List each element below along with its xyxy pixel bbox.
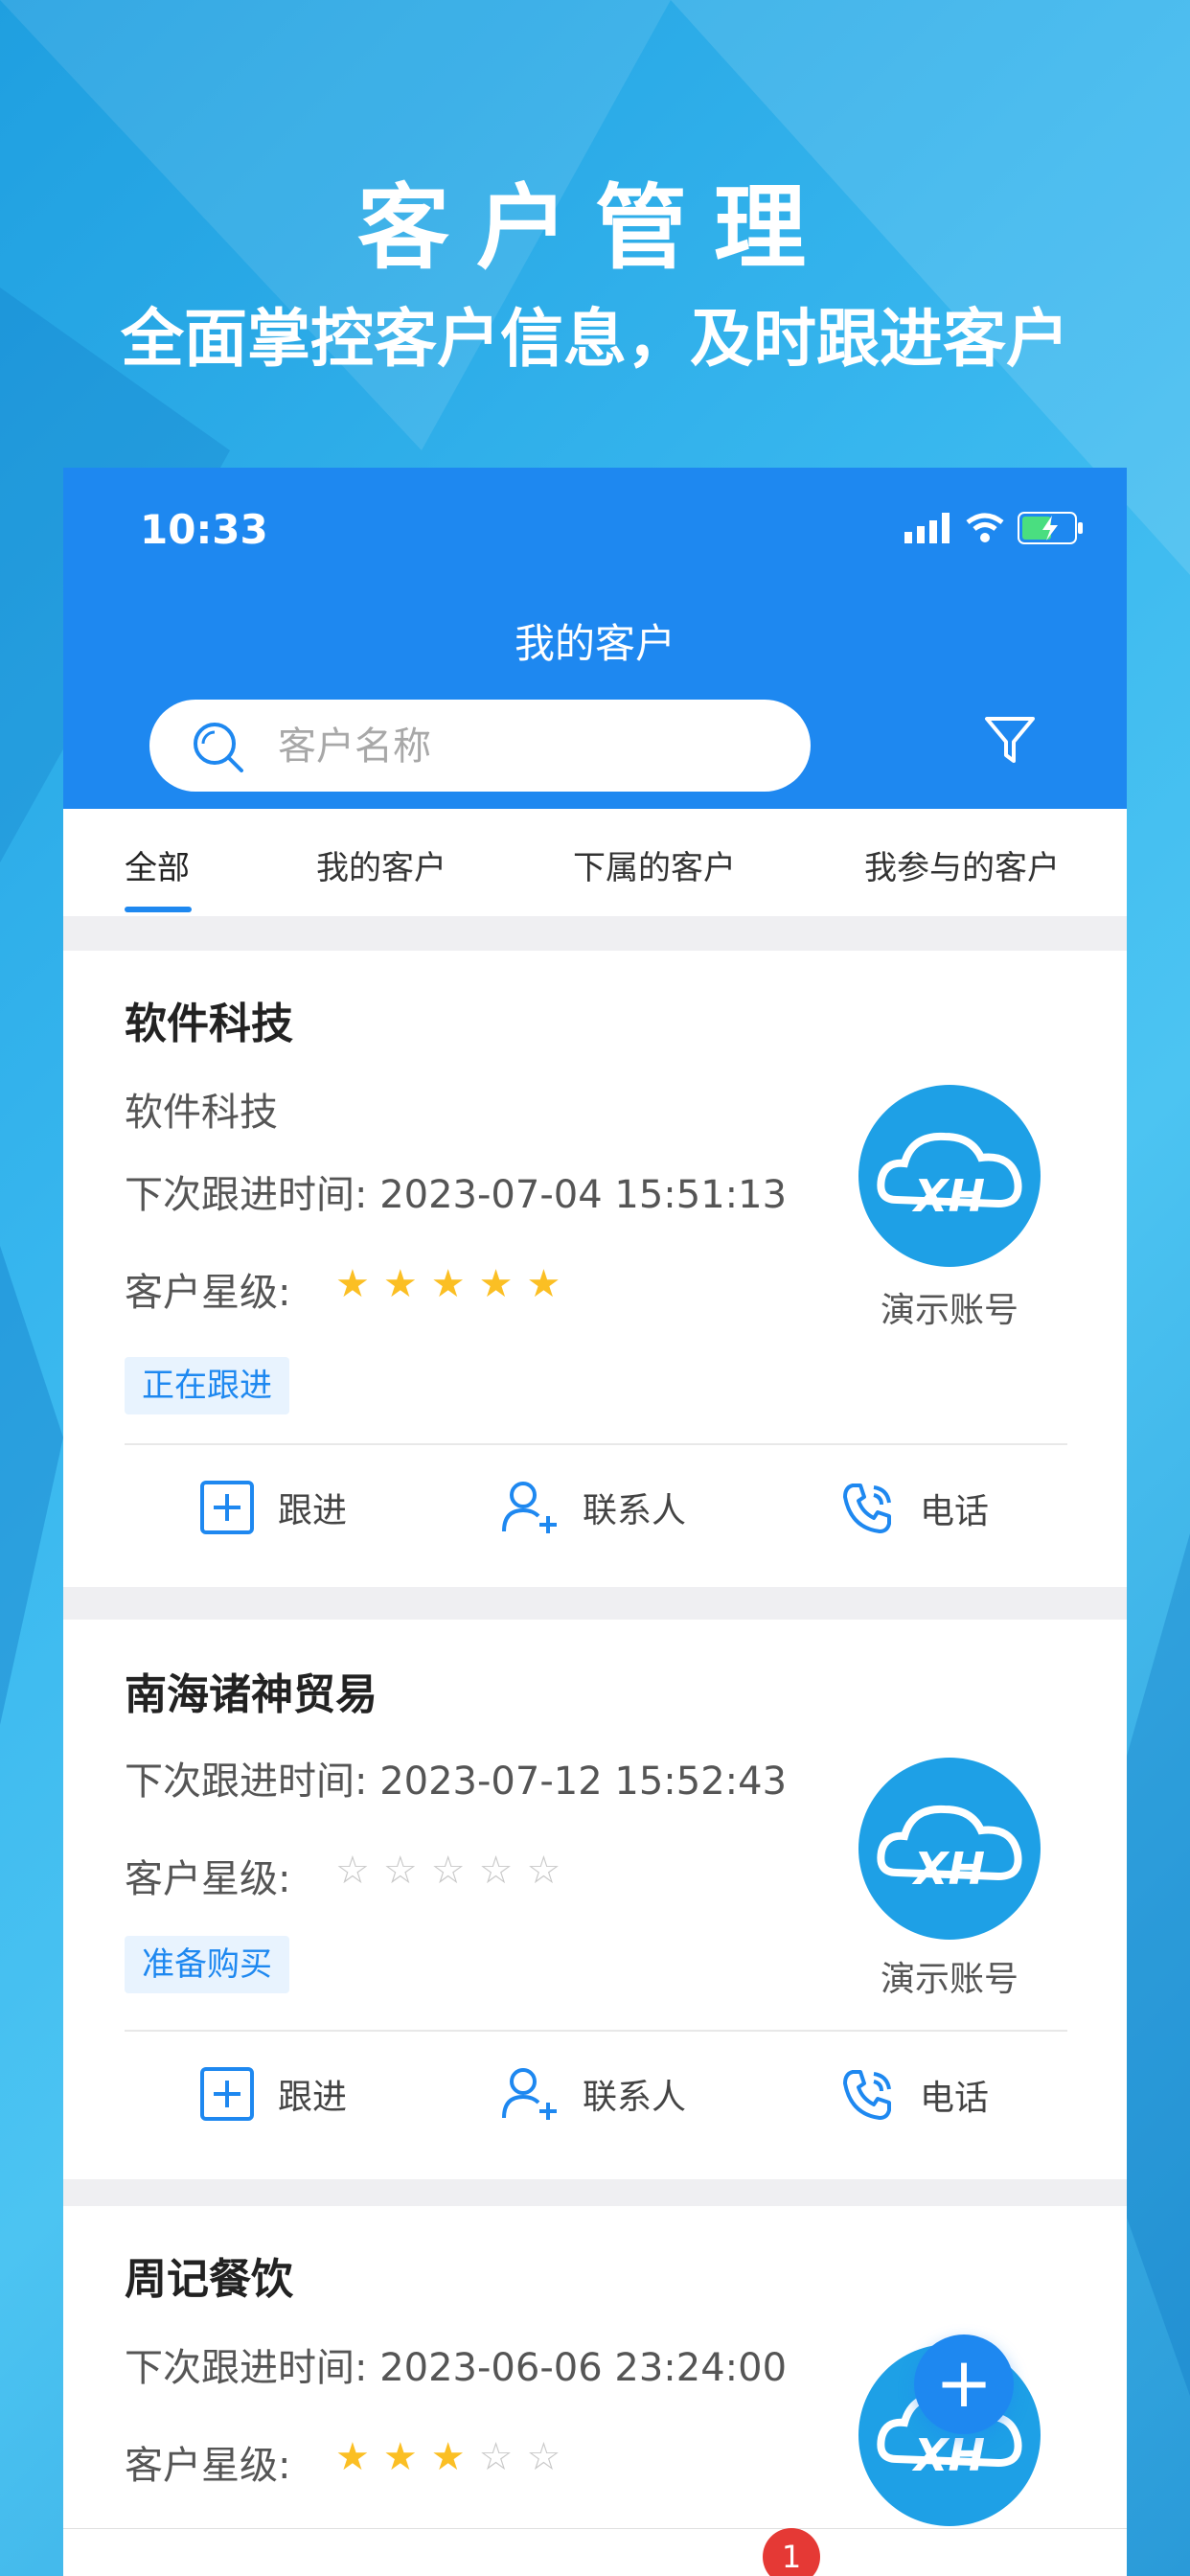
status-icons <box>904 512 1085 544</box>
cloud-logo-icon: XH <box>877 1132 1022 1222</box>
tab-subordinate-customers[interactable]: 下属的客户 <box>573 841 736 888</box>
rating-label: 客户星级: <box>125 2444 291 2488</box>
next-followup-label: 下次跟进时间: <box>125 2346 368 2390</box>
rating-label: 客户星级: <box>125 1271 291 1315</box>
star-empty-icon: ☆ <box>526 2435 561 2479</box>
next-followup-time: 2023-07-12 15:52:43 <box>379 1760 788 1804</box>
star-empty-icon: ☆ <box>382 1849 418 1893</box>
promo-title: 客户管理 <box>357 174 833 282</box>
next-followup-time: 2023-06-06 23:24:00 <box>379 2346 788 2390</box>
add-followup-icon <box>200 1481 254 1534</box>
followup-label: 跟进 <box>278 2078 348 2117</box>
phone-label: 电话 <box>920 1492 990 1531</box>
customer-card[interactable]: 南海诸神贸易 下次跟进时间: 2023-07-12 15:52:43 客户星级:… <box>63 1620 1127 2179</box>
owner-name: 演示账号 <box>880 1291 1018 1330</box>
star-filled-icon: ★ <box>335 1262 370 1306</box>
owner-name: 演示账号 <box>880 1960 1018 1999</box>
battery-icon <box>1018 512 1083 544</box>
star-rating: ★ ★ ★ ★ ★ <box>335 1265 561 1303</box>
owner-avatar: XH <box>858 1085 1041 1267</box>
svg-text:XH: XH <box>911 1843 985 1895</box>
svg-text:XH: XH <box>911 1170 985 1222</box>
tab-active-indicator <box>125 907 192 912</box>
add-contact-icon <box>502 2068 557 2120</box>
customer-subtitle: 软件科技 <box>125 1091 278 1135</box>
phone-button[interactable]: 电话 <box>839 1480 989 1537</box>
card-divider <box>125 1443 1067 1445</box>
customer-name: 南海诸神贸易 <box>125 1670 378 1719</box>
status-badge: 准备购买 <box>125 1936 289 1993</box>
followup-label: 跟进 <box>278 1491 348 1530</box>
star-rating: ☆ ☆ ☆ ☆ ☆ <box>335 1852 561 1890</box>
signal-icon <box>904 513 950 543</box>
owner-avatar: XH <box>858 1758 1041 1940</box>
tab-participating-customers[interactable]: 我参与的客户 <box>864 841 1060 888</box>
svg-text:XH: XH <box>911 2429 985 2481</box>
star-empty-icon: ☆ <box>478 1849 514 1893</box>
star-empty-icon: ☆ <box>478 2435 514 2479</box>
tab-my-customers[interactable]: 我的客户 <box>316 841 446 888</box>
filter-icon[interactable] <box>983 713 1037 767</box>
customer-name: 周记餐饮 <box>125 2255 293 2304</box>
next-followup-row: 下次跟进时间: 2023-07-04 15:51:13 <box>125 1163 787 1219</box>
next-followup-row: 下次跟进时间: 2023-06-06 23:24:00 <box>125 2336 787 2392</box>
star-empty-icon: ☆ <box>335 1849 370 1893</box>
search-icon <box>194 723 243 772</box>
card-divider <box>125 2030 1067 2032</box>
next-followup-label: 下次跟进时间: <box>125 1173 368 1217</box>
tab-bar: 全部 我的客户 下属的客户 我参与的客户 <box>63 809 1127 916</box>
phone-icon <box>843 1484 891 1533</box>
promo-subtitle: 全面掌控客户信息，及时跟进客户 <box>121 302 1069 376</box>
contact-label: 联系人 <box>583 2078 687 2117</box>
star-filled-icon: ★ <box>478 1262 514 1306</box>
phone-button[interactable]: 电话 <box>839 2066 989 2124</box>
star-filled-icon: ★ <box>335 2435 370 2479</box>
add-followup-icon <box>200 2067 254 2121</box>
star-empty-icon: ☆ <box>430 1849 466 1893</box>
status-badge: 正在跟进 <box>125 1357 289 1414</box>
next-followup-row: 下次跟进时间: 2023-07-12 15:52:43 <box>125 1750 787 1806</box>
wifi-icon <box>966 513 1004 542</box>
tab-all[interactable]: 全部 <box>125 841 190 888</box>
contact-label: 联系人 <box>583 1491 687 1530</box>
cloud-logo-icon: XH <box>877 1805 1022 1895</box>
search-input[interactable] <box>276 717 778 776</box>
phone-icon <box>843 2070 891 2120</box>
star-filled-icon: ★ <box>382 1262 418 1306</box>
star-filled-icon: ★ <box>430 2435 466 2479</box>
rating-label: 客户星级: <box>125 1857 291 1901</box>
followup-button[interactable]: 跟进 <box>199 1480 347 1535</box>
app-header: 10:33 我的客户 <box>63 468 1127 809</box>
phone-screen: 10:33 我的客户 客户名称 全部 我的客户 下属的客户 我参与的客户 软件科… <box>63 468 1127 2576</box>
next-followup-label: 下次跟进时间: <box>125 1760 368 1804</box>
status-time: 10:33 <box>140 506 268 553</box>
followup-button[interactable]: 跟进 <box>199 2066 347 2122</box>
star-empty-icon: ☆ <box>526 1849 561 1893</box>
page-title: 我的客户 <box>514 620 675 667</box>
phone-label: 电话 <box>920 2079 990 2118</box>
contact-button[interactable]: 联系人 <box>500 2066 686 2122</box>
next-followup-time: 2023-07-04 15:51:13 <box>379 1173 788 1217</box>
star-filled-icon: ★ <box>430 1262 466 1306</box>
add-contact-icon <box>502 1482 557 1533</box>
add-customer-button[interactable]: + <box>914 2334 1014 2434</box>
search-bar[interactable] <box>149 700 811 792</box>
contact-button[interactable]: 联系人 <box>500 1480 686 1535</box>
customer-name: 软件科技 <box>125 1000 293 1048</box>
star-filled-icon: ★ <box>382 2435 418 2479</box>
star-filled-icon: ★ <box>526 1262 561 1306</box>
bottom-tab-bar <box>63 2528 1127 2576</box>
star-rating: ★ ★ ★ ☆ ☆ <box>335 2438 561 2476</box>
customer-card[interactable]: 软件科技 软件科技 下次跟进时间: 2023-07-04 15:51:13 客户… <box>63 951 1127 1587</box>
